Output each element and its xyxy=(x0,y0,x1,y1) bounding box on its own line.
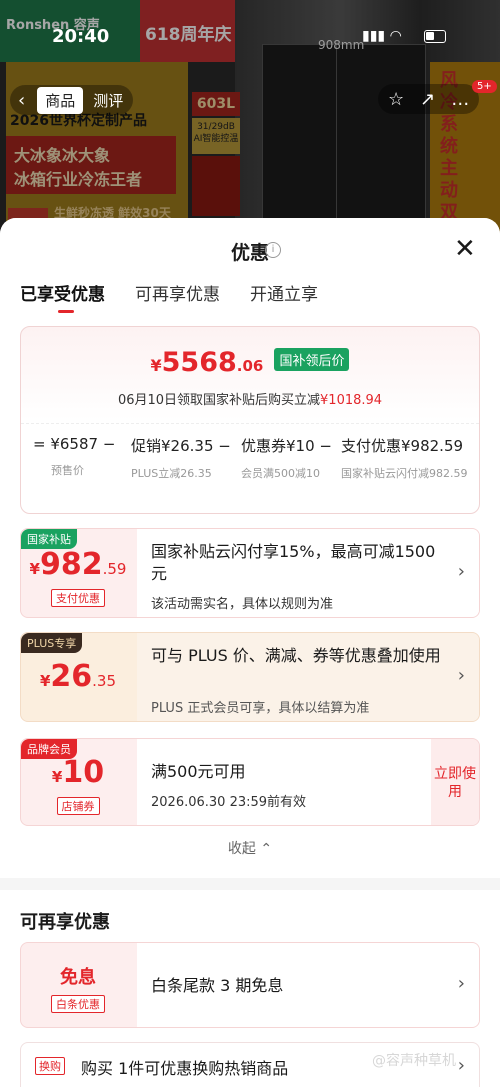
card-chip: 支付优惠 xyxy=(21,587,135,607)
calc-note: 预售价 xyxy=(51,464,84,477)
status-time: 20:40 xyxy=(52,26,110,47)
chip-text: 店铺券 xyxy=(56,797,100,815)
desc-text: 06月10日领取国家补贴后购买立减 xyxy=(117,393,321,408)
back-icon[interactable]: ‹ xyxy=(18,90,25,111)
card-tag: 国家补贴 xyxy=(21,529,77,549)
more-icon[interactable]: … xyxy=(451,89,469,110)
card-amount: ¥26.35 xyxy=(21,659,135,694)
interest-free-label: 免息 xyxy=(60,967,96,988)
final-price: ¥5568.06 xyxy=(151,347,264,378)
calc-item-presale: = ¥6587 − 预售价 xyxy=(33,435,116,478)
final-price-row: ¥5568.06 国补领后价 xyxy=(21,347,479,378)
card-title: 国家补贴云闪付享15%，最高可减1500元 xyxy=(151,542,436,583)
calc-item-promo: 促销¥26.35 − PLUS立减26.35 xyxy=(131,435,231,481)
price-decimal: .06 xyxy=(236,357,264,375)
nav-pill: ‹ 商品 测评 xyxy=(10,85,134,115)
desc-amount: ¥1018.94 xyxy=(320,393,383,408)
card-chip: 白条优惠 xyxy=(21,993,135,1013)
card-tag: PLUS专享 xyxy=(21,633,83,653)
gov-subsidy-card[interactable]: 国家补贴 ¥982.59 支付优惠 国家补贴云闪付享15%，最高可减1500元 … xyxy=(20,528,480,618)
use-now-button[interactable]: 立即使用 xyxy=(431,739,479,825)
amount-integer: 26 xyxy=(50,659,93,694)
summary-description: 06月10日领取国家补贴后购买立减¥1018.94 xyxy=(21,389,479,408)
watermark: @容声种草机 xyxy=(372,1053,456,1069)
card-title: 可与 PLUS 价、满减、券等优惠叠加使用 xyxy=(151,646,441,665)
member-coupon-card[interactable]: 品牌会员 ¥10 店铺券 满500元可用 2026.06.30 23:59前有效… xyxy=(20,738,480,826)
gov-price-tag: 国补领后价 xyxy=(274,348,350,371)
tab-more[interactable]: 可再享优惠 xyxy=(135,280,220,313)
yen-symbol: ¥ xyxy=(39,672,51,690)
tab-enjoyed[interactable]: 已享受优惠 xyxy=(20,280,105,313)
calc-note: 国家补贴云闪付减982.59 xyxy=(341,467,468,480)
divider xyxy=(21,423,479,424)
close-icon[interactable]: ✕ xyxy=(454,236,476,262)
discount-tabs: 已享受优惠 可再享优惠 开通立享 xyxy=(20,280,318,313)
card-subtitle: 该活动需实名，具体以规则为准 xyxy=(151,597,334,612)
calc-value: 促销¥26.35 − xyxy=(131,437,231,455)
battery-icon xyxy=(424,30,446,43)
card-left: 品牌会员 ¥10 店铺券 xyxy=(21,739,135,825)
tab-product[interactable]: 商品 xyxy=(37,86,84,114)
card-amount: ¥982.59 xyxy=(21,547,135,582)
yen-symbol: ¥ xyxy=(150,356,162,375)
plus-card[interactable]: PLUS专享 ¥26.35 可与 PLUS 价、满减、券等优惠叠加使用 PLUS… xyxy=(20,632,480,722)
chevron-right-icon[interactable]: › xyxy=(458,1055,465,1076)
card-right: 可与 PLUS 价、满减、券等优惠叠加使用 PLUS 正式会员可享，具体以结算为… xyxy=(137,633,479,721)
top-nav: ‹ 商品 测评 xyxy=(10,84,134,116)
swap-tag: 换购 xyxy=(35,1057,65,1075)
tab-open[interactable]: 开通立享 xyxy=(250,280,318,313)
baitiao-card[interactable]: 免息 白条优惠 白条尾款 3 期免息 › xyxy=(20,942,480,1028)
card-left: PLUS专享 ¥26.35 xyxy=(21,633,135,721)
card-title: 白条尾款 3 期免息 xyxy=(151,976,284,995)
yen-symbol: ¥ xyxy=(51,768,63,786)
yen-symbol: ¥ xyxy=(29,560,40,578)
price-integer: 5568 xyxy=(161,347,237,378)
card-subtitle: 2026.06.30 23:59前有效 xyxy=(151,795,307,810)
amount-decimal: .59 xyxy=(102,560,127,578)
chip-text: 白条优惠 xyxy=(51,995,105,1013)
sheet-header: 优惠 i ✕ xyxy=(0,218,500,278)
calc-note: PLUS立减26.35 xyxy=(131,467,212,480)
card-left: 免息 白条优惠 xyxy=(21,943,135,1027)
calc-value: = ¥6587 − xyxy=(33,435,116,453)
calc-item-coupon: 优惠券¥10 − 会员满500减10 xyxy=(241,435,341,481)
price-summary: ¥5568.06 国补领后价 06月10日领取国家补贴后购买立减¥1018.94… xyxy=(20,326,480,514)
sheet-title: 优惠 xyxy=(230,242,269,264)
amount-integer: 982 xyxy=(39,547,103,582)
card-right: 满500元可用 2026.06.30 23:59前有效 xyxy=(137,739,431,825)
section-title: 可再享优惠 xyxy=(20,912,110,933)
collapse-button[interactable]: 收起 ⌃ xyxy=(0,838,500,858)
calc-value: 支付优惠¥982.59 xyxy=(341,437,464,455)
card-right: 白条尾款 3 期免息 › xyxy=(137,943,479,1027)
card-right: 国家补贴云闪付享15%，最高可减1500元 该活动需实名，具体以规则为准 › xyxy=(137,529,479,617)
card-amount: ¥10 xyxy=(21,755,135,790)
info-icon[interactable]: i xyxy=(265,242,281,258)
calc-item-payment: 支付优惠¥982.59 国家补贴云闪付减982.59 xyxy=(341,435,473,481)
product-background: Ronshen 容声 618周年庆 908mm 风冷系统主动双 2026世界杯定… xyxy=(0,0,500,240)
card-left: 国家补贴 ¥982.59 支付优惠 xyxy=(21,529,135,617)
share-icon[interactable]: ↗ xyxy=(420,89,435,110)
calc-note: 会员满500减10 xyxy=(241,467,320,480)
card-subtitle: PLUS 正式会员可享，具体以结算为准 xyxy=(151,701,370,716)
star-icon[interactable]: ☆ xyxy=(388,89,404,110)
message-badge: 5+ xyxy=(472,80,497,93)
signal-icon: ▮▮▮ ◠ xyxy=(362,28,402,44)
top-actions: ☆ ↗ … xyxy=(378,84,480,114)
discount-sheet: 优惠 i ✕ 已享受优惠 可再享优惠 开通立享 ¥5568.06 国补领后价 0… xyxy=(0,218,500,1087)
sheet-top-section: 优惠 i ✕ 已享受优惠 可再享优惠 开通立享 ¥5568.06 国补领后价 0… xyxy=(0,218,500,878)
chip-text: 支付优惠 xyxy=(51,589,105,607)
swap-text: 购买 1件可优惠换购热销商品 xyxy=(81,1059,289,1078)
card-chip: 店铺券 xyxy=(21,795,135,815)
chevron-right-icon[interactable]: › xyxy=(458,973,465,994)
status-bar: 20:40 ▮▮▮ ◠ xyxy=(0,26,500,52)
calc-value: 优惠券¥10 − xyxy=(241,437,332,455)
chevron-right-icon[interactable]: › xyxy=(458,665,465,686)
card-title: 满500元可用 xyxy=(151,762,246,781)
chevron-right-icon[interactable]: › xyxy=(458,561,465,582)
amount-decimal: .35 xyxy=(92,672,117,690)
tab-review[interactable]: 测评 xyxy=(93,90,123,111)
amount-integer: 10 xyxy=(62,755,105,790)
